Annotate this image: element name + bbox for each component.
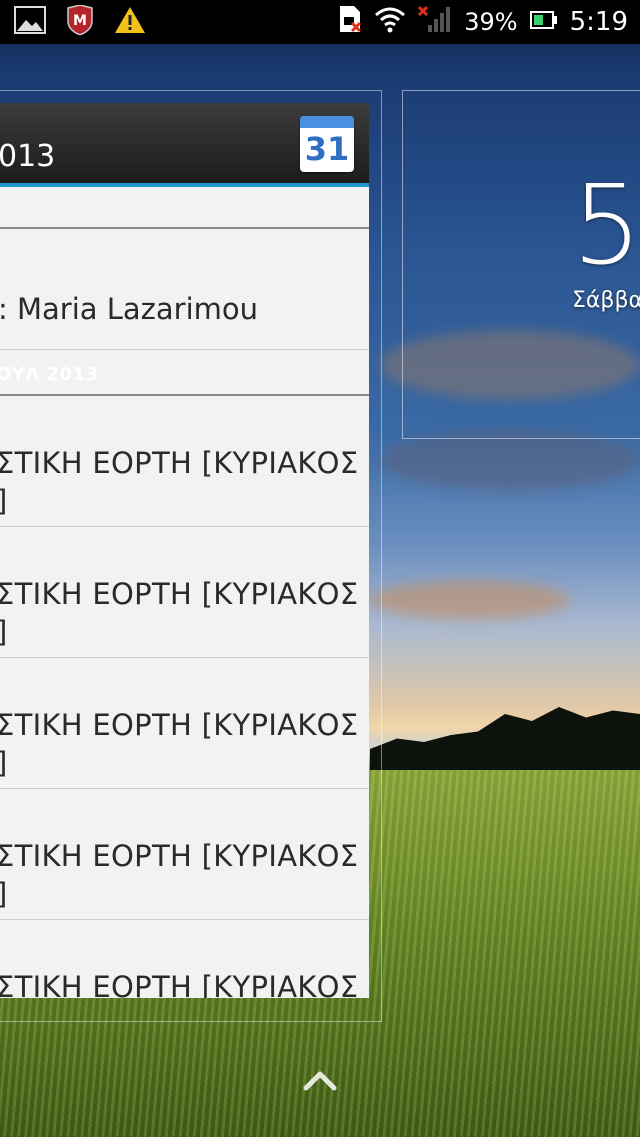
event-title: ΣΤΙΚΗ ΕΟΡΤΗ [ΚΥΡΙΑΚΟΣ xyxy=(0,446,359,480)
event-title: ΣΤΙΚΗ ΕΟΡΤΗ [ΚΥΡΙΑΚΟΣ xyxy=(0,839,359,873)
event-title: : Maria Lazarimou xyxy=(0,292,259,326)
event-item[interactable]: ΣΤΙΚΗ ΕΟΡΤΗ [ΚΥΡΙΑΚΟΣ ] xyxy=(0,527,369,658)
calendar-app-icon[interactable]: 31 xyxy=(300,116,354,172)
event-title: ΣΤΙΚΗ ΕΟΡΤΗ [ΚΥΡΙΑΚΟΣ xyxy=(0,970,359,998)
clock-day: Σάββα xyxy=(572,288,640,313)
calendar-icon-number: 31 xyxy=(304,130,350,168)
event-title: ΣΤΙΚΗ ΕΟΡΤΗ [ΚΥΡΙΑΚΟΣ xyxy=(0,708,359,742)
battery-percent: 39% xyxy=(464,8,518,36)
battery-icon xyxy=(529,8,558,36)
event-title: ΣΤΙΚΗ ΕΟΡΤΗ [ΚΥΡΙΑΚΟΣ xyxy=(0,577,359,611)
wallpaper-trees xyxy=(370,707,640,770)
clock-time[interactable]: 5 xyxy=(572,170,640,280)
calendar-title: 013 xyxy=(0,139,56,174)
section-divider xyxy=(0,187,369,229)
calendar-widget[interactable]: 013 31 : Maria Lazarimou ΟΥΛ 2013 ΣΤΙΚΗ … xyxy=(0,103,369,998)
app-drawer-chevron-up-icon[interactable] xyxy=(302,1068,338,1092)
status-time: 5:19 xyxy=(569,7,628,37)
wallpaper-cloud xyxy=(370,580,570,620)
event-title-cont: ] xyxy=(0,746,7,780)
calendar-header[interactable]: 013 31 xyxy=(0,103,369,187)
event-title-cont: ] xyxy=(0,615,7,649)
svg-text:M: M xyxy=(73,13,87,29)
wallpaper-cloud xyxy=(380,430,640,490)
wifi-icon xyxy=(374,5,406,39)
status-bar[interactable]: M 39% 5:19 xyxy=(0,0,640,44)
event-title-cont: ] xyxy=(0,877,7,911)
event-item[interactable]: : Maria Lazarimou xyxy=(0,229,369,350)
image-icon xyxy=(14,6,46,38)
mcafee-icon: M xyxy=(66,4,94,39)
day-header: ΟΥΛ 2013 xyxy=(0,350,369,396)
day-header-label: ΟΥΛ 2013 xyxy=(0,364,99,385)
event-item[interactable]: ΣΤΙΚΗ ΕΟΡΤΗ [ΚΥΡΙΑΚΟΣ xyxy=(0,920,369,998)
event-title-cont: ] xyxy=(0,484,7,518)
event-item[interactable]: ΣΤΙΚΗ ΕΟΡΤΗ [ΚΥΡΙΑΚΟΣ ] xyxy=(0,789,369,920)
sim-error-icon xyxy=(338,5,362,39)
signal-icon xyxy=(418,5,452,39)
warning-icon xyxy=(114,6,146,38)
event-item[interactable]: ΣΤΙΚΗ ΕΟΡΤΗ [ΚΥΡΙΑΚΟΣ ] xyxy=(0,658,369,789)
event-item[interactable]: ΣΤΙΚΗ ΕΟΡΤΗ [ΚΥΡΙΑΚΟΣ ] xyxy=(0,396,369,527)
